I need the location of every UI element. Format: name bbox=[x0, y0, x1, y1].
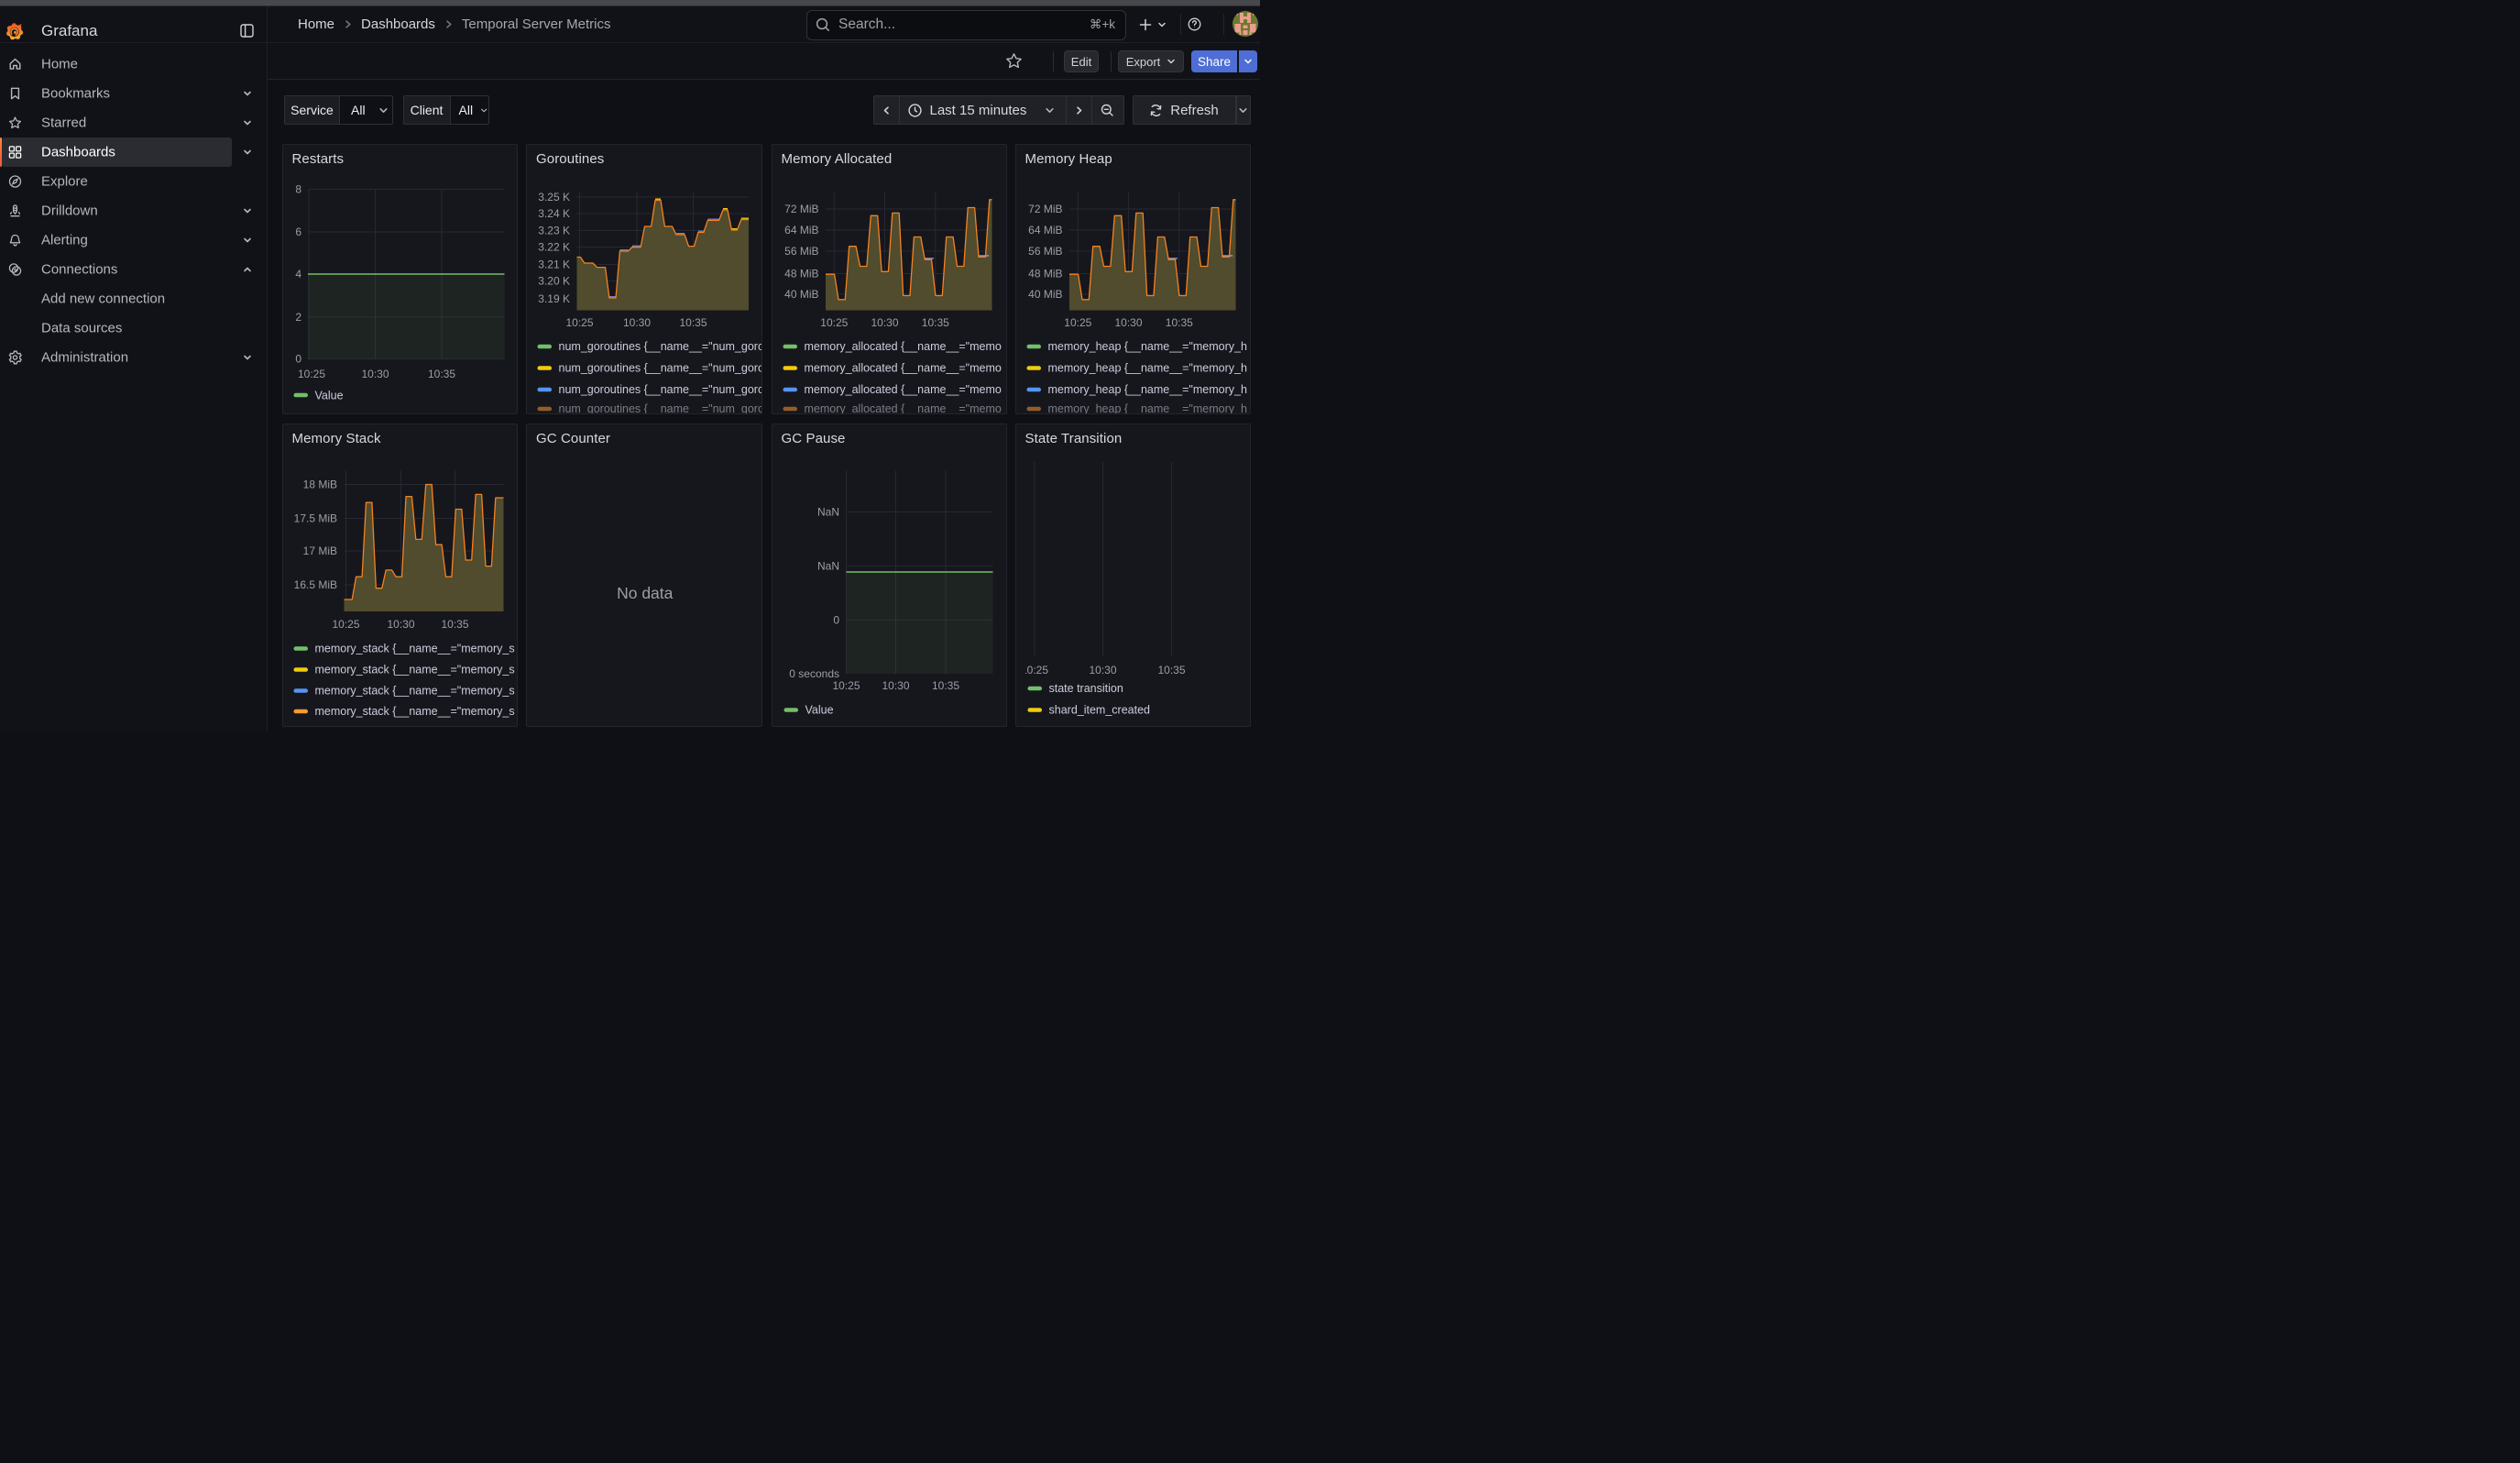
svg-text:3.22 K: 3.22 K bbox=[538, 241, 570, 254]
svg-text:memory_allocated {__name__="me: memory_allocated {__name__="memo bbox=[804, 340, 1001, 353]
svg-text:memory_heap {__name__="memory_: memory_heap {__name__="memory_h bbox=[1047, 340, 1246, 353]
svg-text:memory_allocated {__name__="me: memory_allocated {__name__="memo bbox=[804, 383, 1001, 396]
svg-text:memory_heap {__name__="memory_: memory_heap {__name__="memory_h bbox=[1047, 402, 1246, 414]
svg-text:memory_stack {__name__="memory: memory_stack {__name__="memory_s bbox=[314, 684, 514, 697]
svg-text:3.24 K: 3.24 K bbox=[538, 207, 570, 220]
svg-text:48 MiB: 48 MiB bbox=[784, 268, 818, 280]
svg-text:0: 0 bbox=[833, 613, 839, 626]
svg-text:10:30: 10:30 bbox=[882, 679, 909, 692]
svg-text:memory_heap {__name__="memory_: memory_heap {__name__="memory_h bbox=[1047, 362, 1246, 375]
svg-text:10:25: 10:25 bbox=[832, 679, 860, 692]
svg-text:10:30: 10:30 bbox=[623, 316, 651, 329]
svg-text:6: 6 bbox=[295, 226, 301, 238]
svg-text:17.5 MiB: 17.5 MiB bbox=[293, 512, 336, 524]
svg-text:10:25: 10:25 bbox=[565, 316, 593, 329]
svg-text:0: 0 bbox=[295, 353, 301, 366]
svg-text:num_goroutines {__name__="num_: num_goroutines {__name__="num_gorou bbox=[559, 340, 762, 353]
svg-text:4: 4 bbox=[295, 268, 301, 280]
svg-text:56 MiB: 56 MiB bbox=[1028, 245, 1062, 258]
svg-text:40 MiB: 40 MiB bbox=[1028, 288, 1062, 301]
svg-text:memory_stack {__name__="memory: memory_stack {__name__="memory_s bbox=[314, 663, 514, 676]
svg-text:shard_item_created: shard_item_created bbox=[1048, 703, 1150, 716]
svg-text:10:35: 10:35 bbox=[1157, 664, 1185, 676]
svg-text:72 MiB: 72 MiB bbox=[1028, 203, 1062, 215]
svg-text:10:30: 10:30 bbox=[387, 618, 414, 631]
svg-text:18 MiB: 18 MiB bbox=[302, 478, 336, 490]
svg-text:10:30: 10:30 bbox=[871, 316, 898, 329]
svg-text:10:35: 10:35 bbox=[679, 316, 707, 329]
svg-text:10:30: 10:30 bbox=[361, 368, 389, 380]
svg-text:3.23 K: 3.23 K bbox=[538, 225, 570, 237]
svg-text:10:25: 10:25 bbox=[297, 368, 324, 380]
svg-text:memory_allocated {__name__="me: memory_allocated {__name__="memo bbox=[804, 362, 1001, 375]
svg-text:8: 8 bbox=[295, 183, 301, 196]
svg-text:memory_allocated {__name__="me: memory_allocated {__name__="memo bbox=[804, 402, 1001, 414]
svg-text:10:35: 10:35 bbox=[427, 368, 455, 380]
svg-text:56 MiB: 56 MiB bbox=[784, 245, 818, 258]
svg-text:state transition: state transition bbox=[1048, 682, 1123, 695]
svg-text:48 MiB: 48 MiB bbox=[1028, 268, 1062, 280]
svg-text:num_goroutines {__name__="num_: num_goroutines {__name__="num_gorou bbox=[559, 362, 762, 375]
svg-text:16.5 MiB: 16.5 MiB bbox=[293, 578, 336, 591]
svg-text:num_goroutines {__name__="num_: num_goroutines {__name__="num_gorou bbox=[559, 383, 762, 396]
svg-text:64 MiB: 64 MiB bbox=[1028, 224, 1062, 236]
svg-text:NaN: NaN bbox=[816, 505, 838, 518]
svg-text:Value: Value bbox=[314, 390, 343, 402]
svg-text:10:25: 10:25 bbox=[1064, 316, 1091, 329]
svg-text:10:35: 10:35 bbox=[441, 618, 468, 631]
svg-text:3.25 K: 3.25 K bbox=[538, 191, 570, 204]
svg-text:10:35: 10:35 bbox=[931, 679, 959, 692]
svg-text:10:30: 10:30 bbox=[1114, 316, 1142, 329]
svg-text:Value: Value bbox=[805, 703, 833, 716]
svg-text:2: 2 bbox=[295, 311, 301, 324]
svg-text:memory_heap {__name__="memory_: memory_heap {__name__="memory_h bbox=[1047, 383, 1246, 396]
svg-text:0 seconds: 0 seconds bbox=[789, 667, 839, 680]
svg-text:3.21 K: 3.21 K bbox=[538, 258, 570, 271]
svg-text:memory_stack {__name__="memory: memory_stack {__name__="memory_s bbox=[314, 642, 514, 654]
svg-text:NaN: NaN bbox=[816, 559, 838, 572]
svg-text:64 MiB: 64 MiB bbox=[784, 224, 818, 236]
svg-text:10:25: 10:25 bbox=[332, 618, 359, 631]
svg-text:10:25: 10:25 bbox=[820, 316, 848, 329]
svg-text:17 MiB: 17 MiB bbox=[302, 544, 336, 557]
svg-text:40 MiB: 40 MiB bbox=[784, 288, 818, 301]
svg-text:10:35: 10:35 bbox=[1165, 316, 1192, 329]
svg-text:3.20 K: 3.20 K bbox=[538, 275, 570, 288]
svg-text:3.19 K: 3.19 K bbox=[538, 292, 570, 305]
svg-text:No data: No data bbox=[617, 584, 674, 602]
svg-text:10:30: 10:30 bbox=[1089, 664, 1116, 676]
svg-text:num_goroutines {__name__="num_: num_goroutines {__name__="num_gorou bbox=[559, 402, 762, 414]
svg-text:10:35: 10:35 bbox=[921, 316, 948, 329]
svg-text:72 MiB: 72 MiB bbox=[784, 203, 818, 215]
svg-text:memory_stack {__name__="memory: memory_stack {__name__="memory_s bbox=[314, 705, 514, 718]
